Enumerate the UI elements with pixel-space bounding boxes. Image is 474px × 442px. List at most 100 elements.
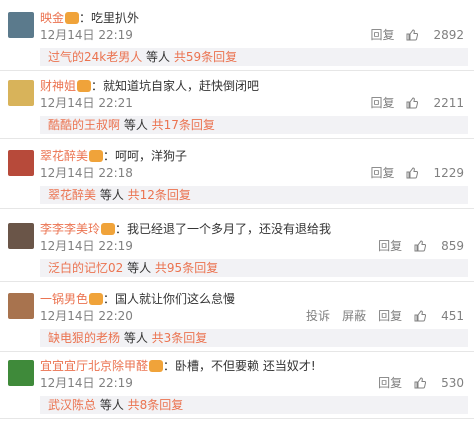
comment-item: 财神姐 ：就知道坑自家人，赶快倒闭吧 12月14日 22:21 回复 2211 酷酷…	[0, 72, 474, 140]
comment-date: 12月14日 22:20	[40, 309, 133, 323]
comment-actions: 回复 2211	[358, 96, 464, 110]
like-button[interactable]: 2211	[406, 96, 464, 110]
reply-count-link[interactable]: 共59条回复	[174, 50, 237, 64]
username-link[interactable]: 映金	[40, 11, 64, 25]
avatar[interactable]	[8, 12, 34, 38]
reply-button[interactable]: 回复	[378, 309, 402, 323]
like-count: 859	[441, 239, 464, 253]
reply-summary[interactable]: 武汉陈总 等人 共8条回复	[40, 396, 468, 414]
divider	[0, 70, 474, 71]
comment-actions: 投诉 屏蔽 回复 451	[294, 309, 464, 323]
like-button[interactable]: 859	[414, 239, 464, 253]
vip-badge-icon	[89, 150, 104, 162]
reply-user-link[interactable]: 酷酷的王叔啊	[48, 118, 120, 132]
comment-text: 就知道坑自家人，赶快倒闭吧	[103, 79, 260, 93]
comment-date: 12月14日 22:19	[40, 239, 133, 253]
comment-actions: 回复 1229	[358, 166, 464, 180]
reply-count-link[interactable]: 共95条回复	[155, 261, 218, 275]
comment-text: 我已经退了一个多月了，还没有退给我	[127, 222, 332, 236]
comment-text: 国人就让你们这么怠慢	[115, 292, 236, 306]
vip-badge-icon	[77, 80, 92, 92]
comment-item: 一锅男色 ：国人就让你们这么怠慢 12月14日 22:20 投诉 屏蔽 回复 451 缺…	[0, 285, 474, 353]
comment-item: 映金 ：吃里扒外 12月14日 22:19 回复 2892 过气的24k老男人 等人…	[0, 4, 474, 72]
vip-badge-icon	[65, 12, 80, 24]
comment-actions: 回复 530	[366, 376, 464, 390]
reply-user-link[interactable]: 缺电狠的老杨	[48, 331, 120, 345]
comment-line: 映金 ：吃里扒外	[40, 10, 139, 26]
vip-badge-icon	[149, 360, 164, 372]
colon: ：	[115, 222, 128, 236]
comment-line: 财神姐 ：就知道坑自家人，赶快倒闭吧	[40, 78, 259, 94]
like-button[interactable]: 2892	[406, 28, 464, 42]
colon: ：	[91, 79, 104, 93]
like-button[interactable]: 451	[414, 309, 464, 323]
username-link[interactable]: 财神姐	[40, 79, 76, 93]
reply-count-link[interactable]: 共17条回复	[152, 118, 215, 132]
comment-line: 宜宜宜厅北京除甲醛 ：卧槽，不但要赖 还当奴才!	[40, 358, 316, 374]
reply-mid-text: 等人	[120, 331, 152, 345]
vip-badge-icon	[101, 223, 116, 235]
reply-button[interactable]: 回复	[370, 96, 394, 110]
reply-button[interactable]: 回复	[370, 28, 394, 42]
reply-user-link[interactable]: 翠花醉美	[48, 188, 96, 202]
colon: ：	[103, 292, 116, 306]
like-count: 1229	[433, 166, 464, 180]
comment-item: 李李李美玲 ：我已经退了一个多月了，还没有退给我 12月14日 22:19 回复 8…	[0, 215, 474, 283]
avatar[interactable]	[8, 223, 34, 249]
reply-mid-text: 等人	[96, 398, 128, 412]
reply-count-link[interactable]: 共12条回复	[128, 188, 191, 202]
username-link[interactable]: 李李李美玲	[40, 222, 100, 236]
comment-list: 映金 ：吃里扒外 12月14日 22:19 回复 2892 过气的24k老男人 等人…	[0, 0, 474, 442]
reply-summary[interactable]: 过气的24k老男人 等人 共59条回复	[40, 48, 468, 66]
reply-mid-text: 等人	[96, 188, 128, 202]
reply-user-link[interactable]: 过气的24k老男人	[48, 50, 142, 64]
reply-summary[interactable]: 翠花醉美 等人 共12条回复	[40, 186, 468, 204]
avatar[interactable]	[8, 360, 34, 386]
username-link[interactable]: 翠花醉美	[40, 149, 88, 163]
thumb-up-icon	[406, 29, 419, 41]
thumb-up-icon	[414, 310, 427, 322]
avatar[interactable]	[8, 293, 34, 319]
like-count: 2211	[433, 96, 464, 110]
like-count: 451	[441, 309, 464, 323]
colon: ：	[103, 149, 116, 163]
username-link[interactable]: 一锅男色	[40, 292, 88, 306]
avatar[interactable]	[8, 150, 34, 176]
username-link[interactable]: 宜宜宜厅北京除甲醛	[40, 359, 148, 373]
colon: ：	[163, 359, 176, 373]
comment-item: 翠花醉美 ：呵呵，洋狗子 12月14日 22:18 回复 1229 翠花醉美 等人 …	[0, 142, 474, 210]
reply-button[interactable]: 回复	[378, 239, 402, 253]
divider	[0, 208, 474, 209]
reply-mid-text: 等人	[123, 261, 155, 275]
comment-text: 吃里扒外	[91, 11, 140, 25]
divider	[0, 281, 474, 282]
report-button[interactable]: 投诉	[306, 309, 330, 323]
reply-count-link[interactable]: 共8条回复	[128, 398, 184, 412]
comment-line: 翠花醉美 ：呵呵，洋狗子	[40, 148, 187, 164]
divider	[0, 138, 474, 139]
comment-item: 宜宜宜厅北京除甲醛 ：卧槽，不但要赖 还当奴才! 12月14日 22:19 回复 5…	[0, 352, 474, 420]
reply-summary[interactable]: 泛白的记忆02 等人 共95条回复	[40, 259, 468, 277]
avatar[interactable]	[8, 80, 34, 106]
colon: ：	[79, 11, 92, 25]
comment-line: 一锅男色 ：国人就让你们这么怠慢	[40, 291, 235, 307]
reply-summary[interactable]: 缺电狠的老杨 等人 共3条回复	[40, 329, 468, 347]
comment-date: 12月14日 22:19	[40, 376, 133, 390]
reply-user-link[interactable]: 泛白的记忆02	[48, 261, 123, 275]
like-button[interactable]: 530	[414, 376, 464, 390]
reply-mid-text: 等人	[142, 50, 174, 64]
comment-date: 12月14日 22:18	[40, 166, 133, 180]
comment-actions: 回复 2892	[358, 28, 464, 42]
reply-user-link[interactable]: 武汉陈总	[48, 398, 96, 412]
reply-count-link[interactable]: 共3条回复	[152, 331, 208, 345]
comment-date: 12月14日 22:19	[40, 28, 133, 42]
divider	[0, 418, 474, 419]
thumb-up-icon	[406, 97, 419, 109]
block-button[interactable]: 屏蔽	[342, 309, 366, 323]
reply-button[interactable]: 回复	[370, 166, 394, 180]
comment-text: 呵呵，洋狗子	[115, 149, 188, 163]
reply-mid-text: 等人	[120, 118, 152, 132]
like-button[interactable]: 1229	[406, 166, 464, 180]
reply-button[interactable]: 回复	[378, 376, 402, 390]
reply-summary[interactable]: 酷酷的王叔啊 等人 共17条回复	[40, 116, 468, 134]
